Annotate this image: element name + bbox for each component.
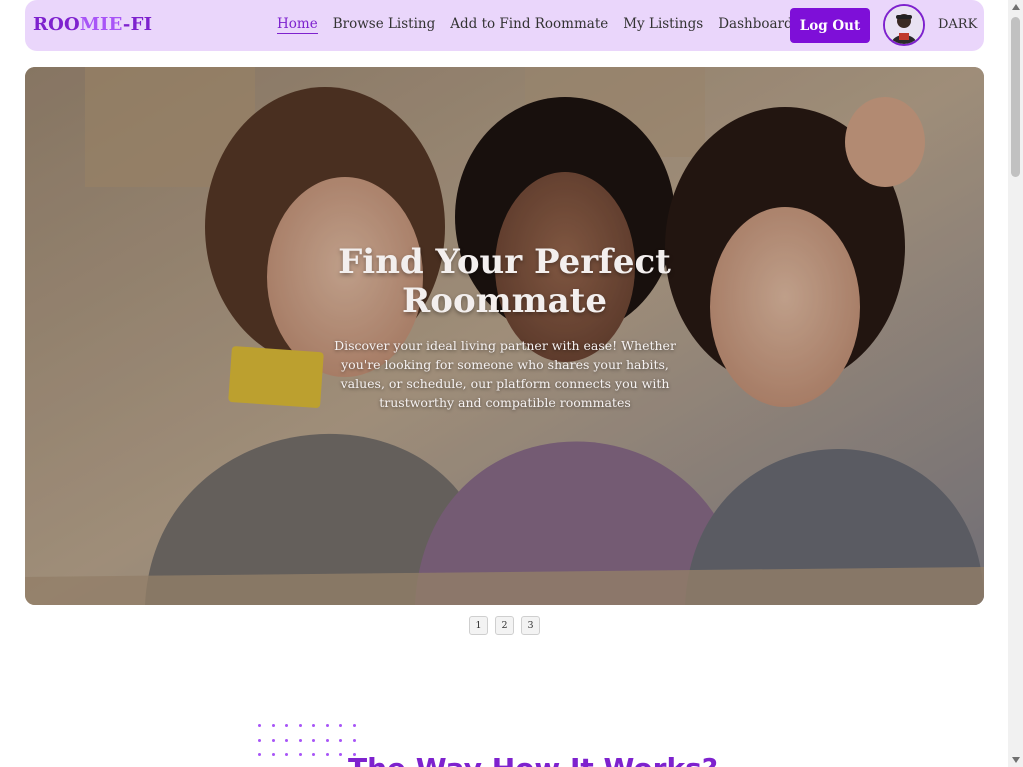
decorative-dot [352,738,356,742]
logo-text-part3: -FI [122,14,153,35]
decorative-dot [258,738,261,742]
scroll-down-icon[interactable] [1012,757,1020,763]
carousel-pagination: 1 2 3 [469,616,540,635]
user-avatar-icon[interactable] [883,4,925,46]
decorative-dot [285,753,288,756]
decorative-dot [339,753,342,756]
decorative-dots [258,724,362,764]
decorative-dot [298,738,302,742]
decorative-dot [339,738,342,742]
decorative-dot [325,738,329,742]
scrollbar-thumb[interactable] [1011,17,1020,177]
logout-button[interactable]: Log Out [790,8,870,43]
section-title: The Way How It Works? [348,752,718,767]
nav-item-my-listings[interactable]: My Listings [623,16,703,34]
logo-text-part1: ROO [33,14,80,35]
hero-description: Discover your ideal living partner with … [334,338,676,410]
hero-title: Find Your Perfect Roommate [338,242,671,321]
page-scrollbar[interactable] [1008,0,1023,767]
nav-item-home[interactable]: Home [277,16,318,34]
nav-links: Home Browse Listing Add to Find Roommate… [277,16,808,34]
carousel-page-3-button[interactable]: 3 [521,616,540,635]
nav-item-dashboard[interactable]: Dashboard [718,16,792,34]
decorative-dot [325,753,329,756]
decorative-dot [312,738,315,742]
brand-logo[interactable]: ROOMIE-FI [33,14,152,35]
theme-toggle[interactable]: DARK [938,17,977,32]
decorative-dot [312,724,315,727]
decorative-dot [271,753,275,756]
decorative-dot [285,724,288,727]
logo-text-part2: MIE [79,14,123,35]
navbar: ROOMIE-FI Home Browse Listing Add to Fin… [25,0,984,51]
decorative-dot [285,738,288,742]
decorative-dot [271,738,275,742]
decorative-dot [271,724,275,727]
decorative-dot [325,724,329,727]
decorative-dot [258,753,261,756]
carousel-page-1-button[interactable]: 1 [469,616,488,635]
carousel-page-2-button[interactable]: 2 [495,616,514,635]
decorative-dot [339,724,342,727]
decorative-dot [298,724,302,727]
scroll-up-icon[interactable] [1012,4,1020,10]
decorative-dot [352,724,356,727]
decorative-dot [312,753,315,756]
decorative-dot [298,753,302,756]
decorative-dot [258,724,261,727]
hero-banner: Find Your Perfect Roommate Discover your… [25,67,984,605]
nav-item-browse-listing[interactable]: Browse Listing [333,16,436,34]
nav-item-add-to-find-roommate[interactable]: Add to Find Roommate [450,16,608,34]
